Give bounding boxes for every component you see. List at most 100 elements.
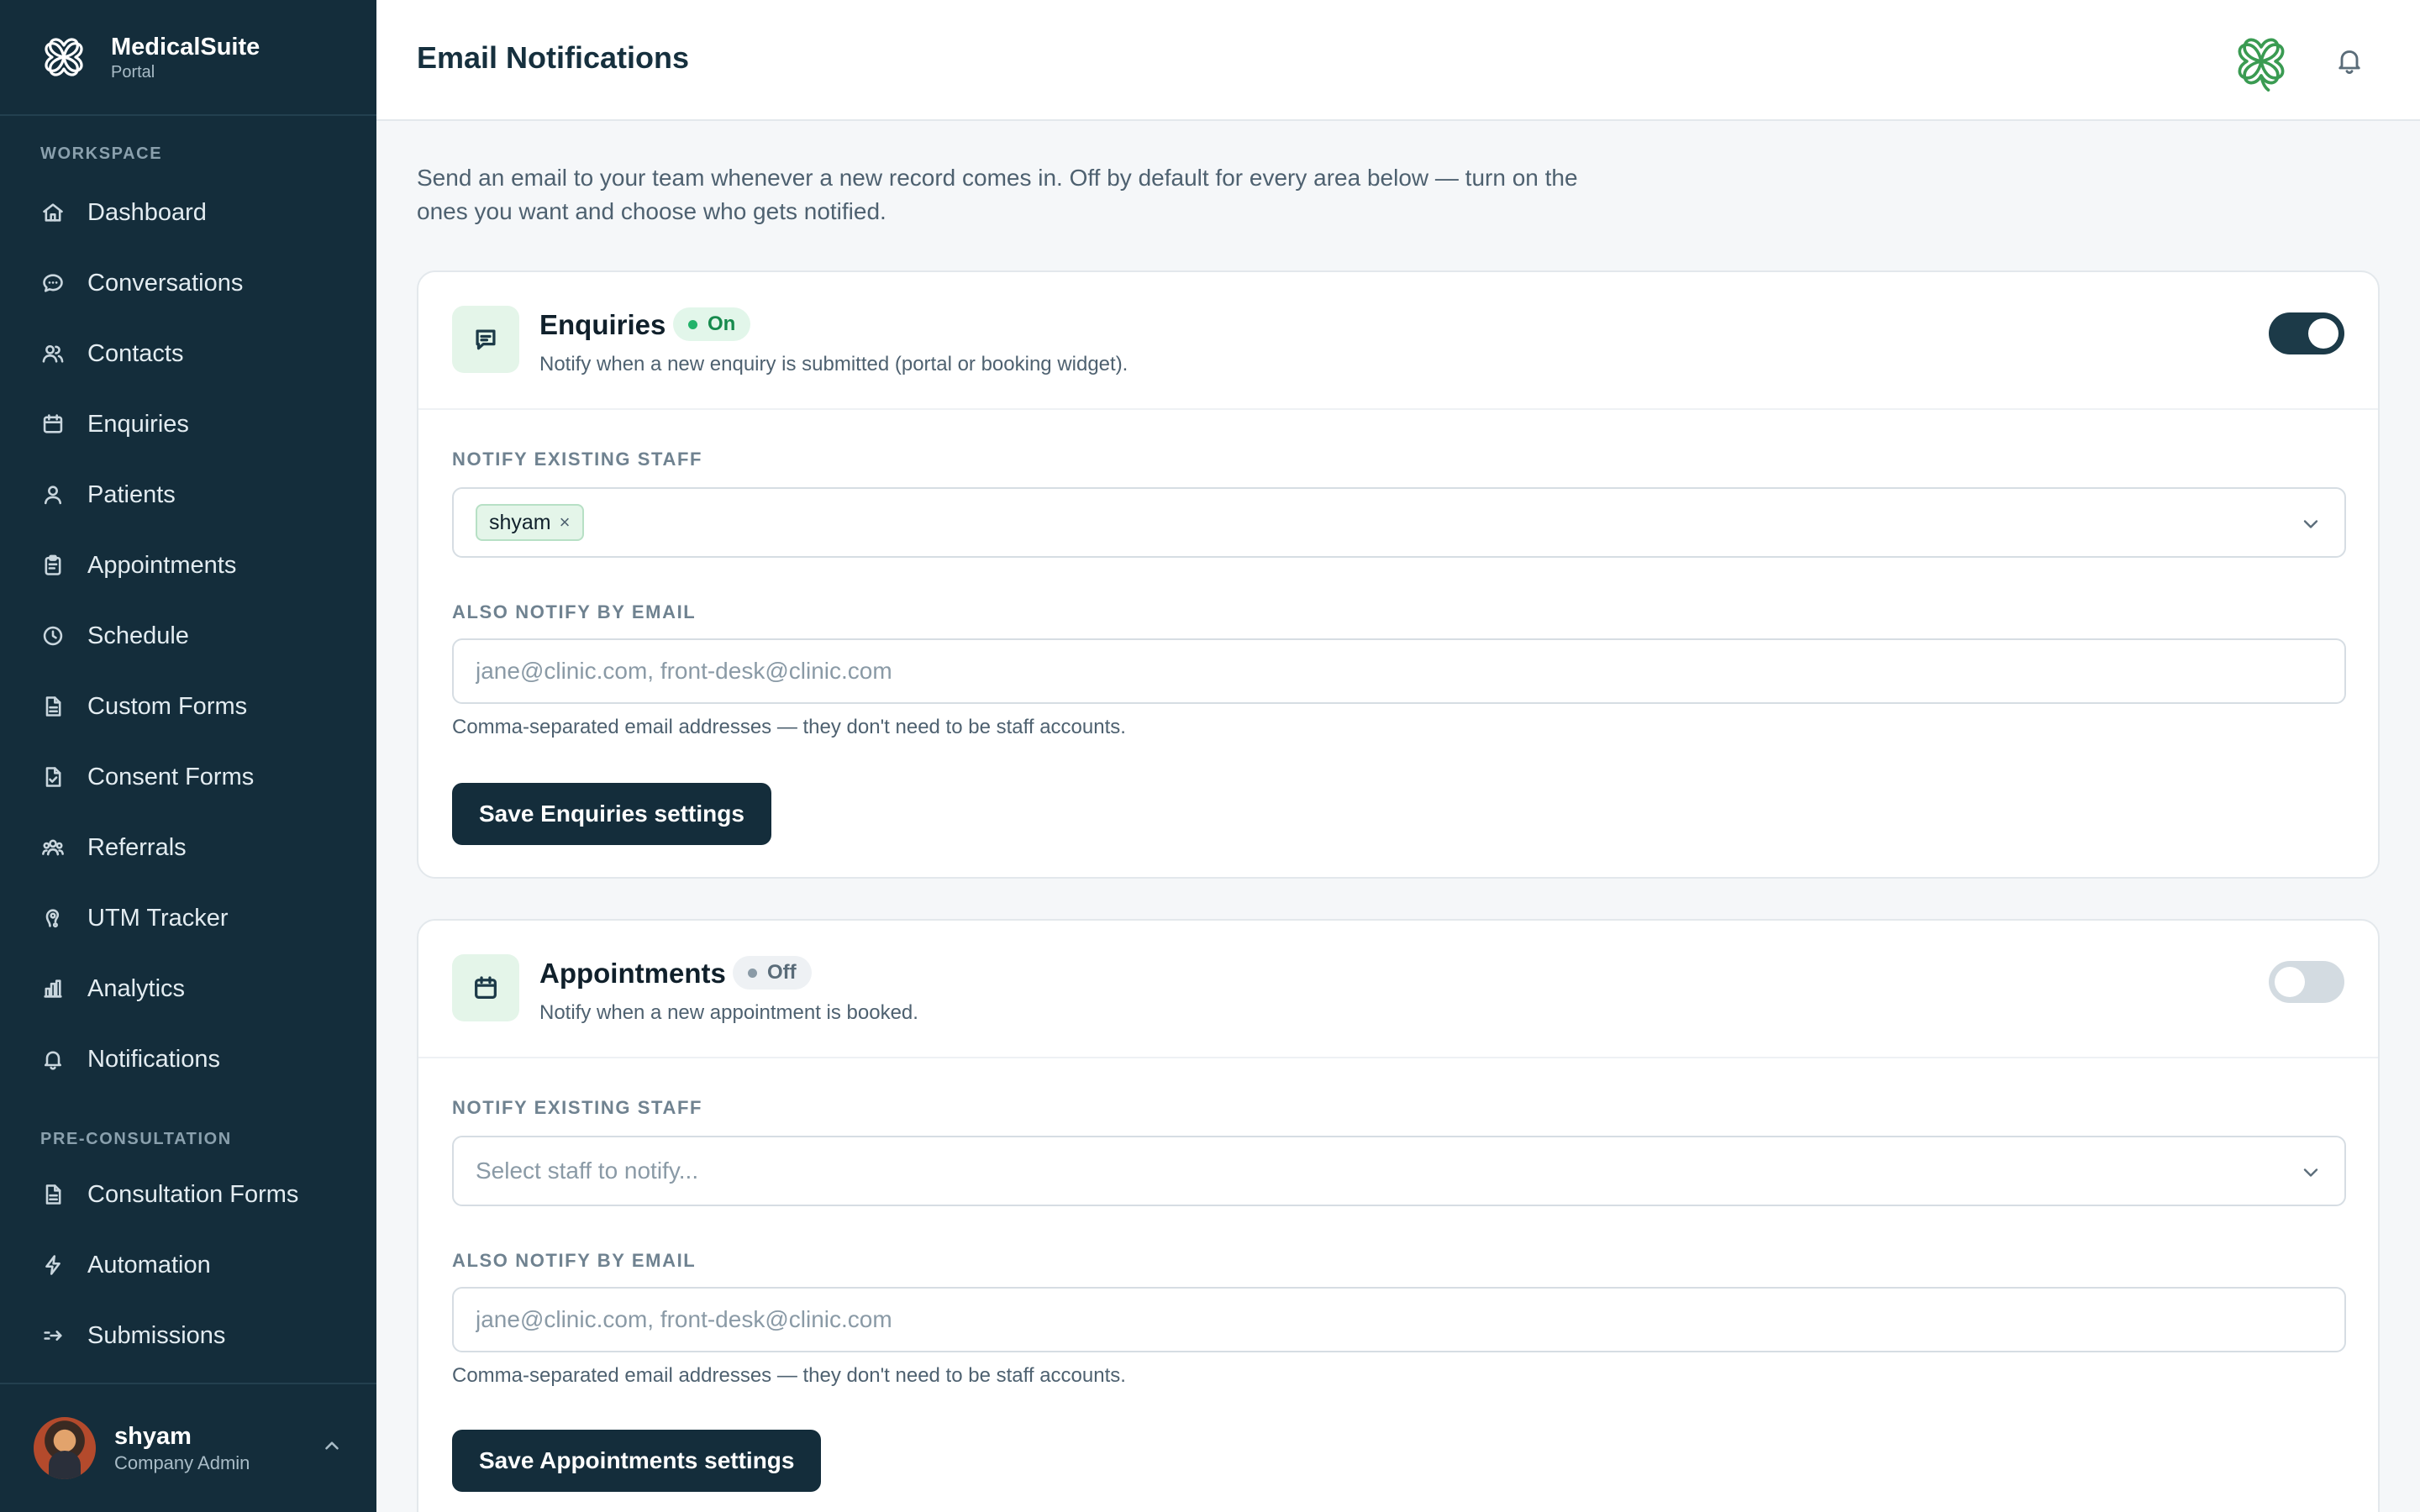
sidebar-item-consent-forms[interactable]: Consent Forms xyxy=(0,742,376,812)
card-description: Notify when a new appointment is booked. xyxy=(539,1001,918,1024)
sidebar-item-label: Analytics xyxy=(87,974,186,1002)
status-dot xyxy=(688,319,697,329)
intro-text: Send an email to your team whenever a ne… xyxy=(417,165,1578,224)
users-icon xyxy=(40,341,66,366)
staff-select[interactable]: Select staff to notify... xyxy=(452,1136,2346,1206)
help-text: Comma-separated email addresses — they d… xyxy=(452,1364,1126,1387)
calendar-icon xyxy=(40,412,66,437)
section-label-workspace: WORKSPACE xyxy=(40,144,163,163)
brand-subtitle: Portal xyxy=(111,63,155,81)
enable-toggle[interactable] xyxy=(2269,312,2344,354)
sidebar-item-analytics[interactable]: Analytics xyxy=(0,953,376,1024)
bar-chart-icon xyxy=(40,976,66,1001)
card-header: Appointments Off Notify when a new appoi… xyxy=(418,921,2378,1058)
sidebar-item-consultation-forms[interactable]: Consultation Forms xyxy=(0,1159,376,1230)
chevron-down-icon xyxy=(2303,520,2318,528)
sidebar-item-appointments[interactable]: Appointments xyxy=(0,530,376,601)
sidebar-item-schedule[interactable]: Schedule xyxy=(0,601,376,671)
chat-bubble-icon xyxy=(40,270,66,296)
user-name: shyam xyxy=(114,1423,192,1450)
page-title: Email Notifications xyxy=(417,40,690,75)
email-input[interactable] xyxy=(452,1287,2346,1352)
message-square-icon xyxy=(452,306,519,373)
toggle-knob xyxy=(2308,318,2338,349)
sidebar-item-conversations[interactable]: Conversations xyxy=(0,248,376,318)
sidebar-item-label: Enquiries xyxy=(87,410,189,438)
user-icon xyxy=(40,482,66,507)
status-badge-label: Off xyxy=(767,961,797,984)
chevron-down-icon xyxy=(2303,1168,2318,1177)
sidebar-item-label: Patients xyxy=(87,480,176,508)
top-header: Email Notifications xyxy=(376,0,2420,121)
card-title: Appointments xyxy=(539,958,726,989)
sidebar-item-referrals[interactable]: Referrals xyxy=(0,812,376,883)
sidebar-item-label: Consultation Forms xyxy=(87,1180,299,1208)
sidebar-item-label: Custom Forms xyxy=(87,692,248,720)
clover-logo-icon xyxy=(45,38,83,76)
brand[interactable]: MedicalSuite Portal xyxy=(0,0,376,116)
sidebar-item-contacts[interactable]: Contacts xyxy=(0,318,376,389)
user-menu[interactable]: shyam Company Admin xyxy=(0,1383,376,1512)
card-title: Enquiries xyxy=(539,309,666,340)
sidebar-item-label: Notifications xyxy=(87,1045,220,1073)
staff-select-placeholder: Select staff to notify... xyxy=(476,1158,699,1184)
sidebar-item-notifications[interactable]: Notifications xyxy=(0,1024,376,1095)
enable-toggle[interactable] xyxy=(2269,961,2344,1003)
brand-name: MedicalSuite xyxy=(111,34,260,60)
sidebar-item-label: Dashboard xyxy=(87,198,207,226)
clock-icon xyxy=(40,623,66,648)
save-appointments-button[interactable]: Save Appointments settings xyxy=(452,1430,822,1492)
staff-field-label: NOTIFY EXISTING STAFF xyxy=(452,449,703,470)
email-field-label: ALSO NOTIFY BY EMAIL xyxy=(452,1250,697,1271)
lightning-icon xyxy=(40,1252,66,1278)
help-text: Comma-separated email addresses — they d… xyxy=(452,716,1126,738)
section-label-pre-consultation: PRE-CONSULTATION xyxy=(40,1130,232,1148)
email-field-label: ALSO NOTIFY BY EMAIL xyxy=(452,601,697,622)
appointments-card: Appointments Off Notify when a new appoi… xyxy=(417,919,2380,1512)
avatar xyxy=(34,1417,96,1479)
sidebar-item-patients[interactable]: Patients xyxy=(0,459,376,530)
status-badge-label: On xyxy=(708,312,736,335)
staff-select[interactable]: shyam × xyxy=(452,487,2346,558)
sidebar-item-label: UTM Tracker xyxy=(87,904,229,932)
tracker-icon xyxy=(40,906,66,931)
home-icon xyxy=(40,200,66,225)
email-field[interactable] xyxy=(454,640,2344,702)
sidebar-item-label: Consent Forms xyxy=(87,763,255,790)
bell-icon xyxy=(40,1047,66,1072)
document-icon xyxy=(40,1182,66,1207)
status-badge: Off xyxy=(733,956,812,990)
email-field[interactable] xyxy=(454,1289,2344,1351)
toggle-knob xyxy=(2275,967,2305,997)
bell-icon[interactable] xyxy=(2334,45,2365,76)
card-header: Enquiries On Notify when a new enquiry i… xyxy=(418,272,2378,410)
staff-chip-label: shyam xyxy=(489,510,551,534)
user-group-icon xyxy=(40,835,66,860)
sidebar-item-custom-forms[interactable]: Custom Forms xyxy=(0,671,376,742)
sidebar: MedicalSuite Portal WORKSPACE Dashboard … xyxy=(0,0,376,1512)
staff-field-label: NOTIFY EXISTING STAFF xyxy=(452,1097,703,1118)
status-dot xyxy=(748,968,757,978)
sidebar-item-utm-tracker[interactable]: UTM Tracker xyxy=(0,883,376,953)
clipboard-icon xyxy=(40,553,66,578)
sidebar-item-dashboard[interactable]: Dashboard xyxy=(0,177,376,248)
sidebar-item-label: Contacts xyxy=(87,339,184,367)
sidebar-item-label: Submissions xyxy=(87,1321,226,1349)
sidebar-item-submissions[interactable]: Submissions xyxy=(0,1300,376,1371)
email-input[interactable] xyxy=(452,638,2346,704)
remove-chip-icon[interactable]: × xyxy=(560,512,571,533)
send-icon xyxy=(40,1323,66,1348)
calendar-icon xyxy=(452,954,519,1021)
sidebar-item-label: Automation xyxy=(87,1251,211,1278)
sidebar-item-enquiries[interactable]: Enquiries xyxy=(0,389,376,459)
user-role: Company Admin xyxy=(114,1452,250,1473)
save-enquiries-button[interactable]: Save Enquiries settings xyxy=(452,783,771,845)
sidebar-item-label: Referrals xyxy=(87,833,187,861)
document-check-icon xyxy=(40,764,66,790)
sidebar-item-automation[interactable]: Automation xyxy=(0,1230,376,1300)
staff-chip: shyam × xyxy=(476,504,584,541)
clover-logo-icon[interactable] xyxy=(2228,29,2294,94)
sidebar-item-label: Schedule xyxy=(87,622,189,649)
status-badge: On xyxy=(673,307,751,341)
chevron-up-icon[interactable] xyxy=(321,1435,343,1457)
